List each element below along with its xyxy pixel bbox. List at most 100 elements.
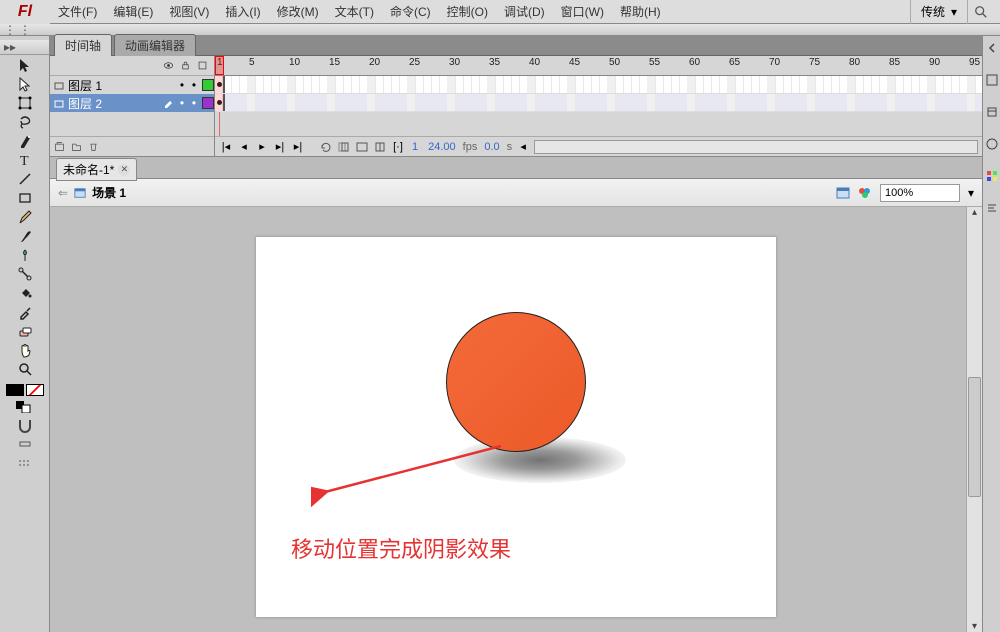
prev-frame-icon[interactable]: ◂ bbox=[237, 140, 251, 154]
align-panel-icon[interactable] bbox=[986, 202, 998, 214]
properties-panel-icon[interactable] bbox=[986, 74, 998, 86]
orange-circle-shape[interactable] bbox=[446, 312, 586, 452]
scene-icon bbox=[74, 187, 86, 199]
fps-label: fps bbox=[463, 141, 478, 153]
stroke-color-swatch[interactable] bbox=[6, 384, 24, 396]
menu-item[interactable]: 命令(C) bbox=[382, 0, 439, 24]
bone-tool[interactable] bbox=[10, 264, 40, 283]
annotation-arrow bbox=[311, 442, 511, 512]
selection-tool[interactable] bbox=[10, 55, 40, 74]
canvas[interactable]: 移动位置完成阴影效果 bbox=[256, 237, 776, 617]
expand-panels-icon[interactable] bbox=[986, 42, 998, 54]
eye-icon[interactable] bbox=[163, 60, 174, 71]
close-tab-icon[interactable]: ✕ bbox=[118, 164, 130, 176]
svg-text:T: T bbox=[20, 154, 29, 168]
document-tab[interactable]: 未命名-1* ✕ bbox=[56, 158, 137, 181]
modify-markers-icon[interactable]: [·] bbox=[391, 140, 405, 154]
workspace-dropdown[interactable]: 传统 ▾ bbox=[910, 0, 968, 24]
layer-color-swatch[interactable] bbox=[202, 97, 214, 109]
delete-layer-icon[interactable] bbox=[88, 141, 99, 152]
app-logo: Fl bbox=[0, 0, 50, 24]
stage-vertical-scrollbar[interactable]: ▴ ▾ bbox=[966, 207, 982, 632]
menu-item[interactable]: 修改(M) bbox=[269, 0, 327, 24]
tools-panel-header[interactable]: ▸▸ bbox=[0, 40, 49, 55]
fill-color-swatch[interactable] bbox=[26, 384, 44, 396]
color-tools-icon[interactable] bbox=[10, 396, 40, 415]
outline-icon[interactable] bbox=[197, 60, 208, 71]
hand-tool[interactable] bbox=[10, 340, 40, 359]
lasso-tool[interactable] bbox=[10, 112, 40, 131]
layer-row[interactable]: 图层 1•• bbox=[50, 76, 214, 94]
subselection-tool[interactable] bbox=[10, 74, 40, 93]
scroll-left-icon[interactable]: ◂ bbox=[516, 140, 530, 154]
menu-item[interactable]: 帮助(H) bbox=[612, 0, 669, 24]
onion-outlines-icon[interactable] bbox=[355, 140, 369, 154]
zoom-input[interactable] bbox=[880, 184, 960, 202]
chevron-down-icon: ▾ bbox=[951, 5, 957, 19]
scene-bar: ⇐ 场景 1 ▾ bbox=[50, 179, 982, 207]
time-label: s bbox=[507, 141, 513, 153]
menu-item[interactable]: 控制(O) bbox=[439, 0, 496, 24]
symbol-icon[interactable] bbox=[858, 186, 872, 200]
menu-item[interactable]: 视图(V) bbox=[161, 0, 217, 24]
timeline-scrollbar[interactable] bbox=[534, 140, 978, 154]
layer-color-swatch[interactable] bbox=[202, 79, 214, 91]
help-search-icon[interactable] bbox=[968, 4, 996, 20]
zoom-tool[interactable] bbox=[10, 359, 40, 378]
deco-tool[interactable] bbox=[10, 245, 40, 264]
menu-item[interactable]: 调试(D) bbox=[496, 0, 553, 24]
zoom-dropdown-icon[interactable]: ▾ bbox=[968, 186, 974, 200]
tab-timeline[interactable]: 时间轴 bbox=[54, 34, 112, 56]
first-frame-icon[interactable]: |◂ bbox=[219, 140, 233, 154]
menu-item[interactable]: 插入(I) bbox=[217, 0, 268, 24]
playhead[interactable] bbox=[215, 56, 224, 75]
library-panel-icon[interactable] bbox=[986, 106, 998, 118]
eraser-tool[interactable] bbox=[10, 321, 40, 340]
tab-motion-editor[interactable]: 动画编辑器 bbox=[114, 34, 196, 56]
eyedropper-tool[interactable] bbox=[10, 302, 40, 321]
new-layer-icon[interactable] bbox=[54, 141, 65, 152]
swatches-panel-icon[interactable] bbox=[986, 170, 998, 182]
frame-track[interactable] bbox=[215, 76, 982, 94]
pencil-tool[interactable] bbox=[10, 207, 40, 226]
next-frame-icon[interactable]: ▸| bbox=[273, 140, 287, 154]
menu-item[interactable]: 编辑(E) bbox=[105, 0, 161, 24]
document-tabs-bar: 未命名-1* ✕ bbox=[50, 157, 982, 179]
edit-multiple-icon[interactable] bbox=[373, 140, 387, 154]
menu-item[interactable]: 文本(T) bbox=[327, 0, 382, 24]
workspace-label: 传统 bbox=[921, 3, 945, 20]
edit-scene-icon[interactable] bbox=[836, 186, 850, 200]
lock-icon[interactable] bbox=[180, 60, 191, 71]
new-folder-icon[interactable] bbox=[71, 141, 82, 152]
paint-bucket-tool[interactable] bbox=[10, 283, 40, 302]
brush-tool[interactable] bbox=[10, 226, 40, 245]
frame-track[interactable] bbox=[215, 94, 982, 112]
layer-name: 图层 2 bbox=[68, 95, 160, 112]
pen-tool[interactable] bbox=[10, 131, 40, 150]
options-icon-2[interactable] bbox=[10, 453, 40, 472]
snap-icon[interactable] bbox=[10, 415, 40, 434]
text-tool[interactable]: T bbox=[10, 150, 40, 169]
document-tab-label: 未命名-1* bbox=[63, 161, 114, 178]
tools-panel: ▸▸ T bbox=[0, 36, 50, 632]
fps-value: 24.00 bbox=[425, 141, 459, 153]
options-icon-1[interactable] bbox=[10, 434, 40, 453]
layers-column: 图层 1••图层 2•• bbox=[50, 56, 215, 156]
last-frame-icon[interactable]: ▸| bbox=[291, 140, 305, 154]
back-arrow-icon[interactable]: ⇐ bbox=[58, 186, 68, 200]
timeline-footer: |◂ ◂ ▸ ▸| ▸| [·] 1 24.00 fps bbox=[215, 136, 982, 156]
timeline-ruler[interactable]: 15101520253035404550556065707580859095 bbox=[215, 56, 982, 76]
layer-row[interactable]: 图层 2•• bbox=[50, 94, 214, 112]
loop-icon[interactable] bbox=[319, 140, 333, 154]
rectangle-tool[interactable] bbox=[10, 188, 40, 207]
timeline-panel: 时间轴 动画编辑器 图层 1••图层 2•• bbox=[50, 36, 982, 157]
menu-item[interactable]: 窗口(W) bbox=[553, 0, 612, 24]
onion-skin-icon[interactable] bbox=[337, 140, 351, 154]
stage-area[interactable]: 移动位置完成阴影效果 ▴ ▾ bbox=[50, 207, 982, 632]
color-panel-icon[interactable] bbox=[986, 138, 998, 150]
menu-item[interactable]: 文件(F) bbox=[50, 0, 105, 24]
free-transform-tool[interactable] bbox=[10, 93, 40, 112]
play-icon[interactable]: ▸ bbox=[255, 140, 269, 154]
line-tool[interactable] bbox=[10, 169, 40, 188]
layers-footer bbox=[50, 136, 214, 156]
